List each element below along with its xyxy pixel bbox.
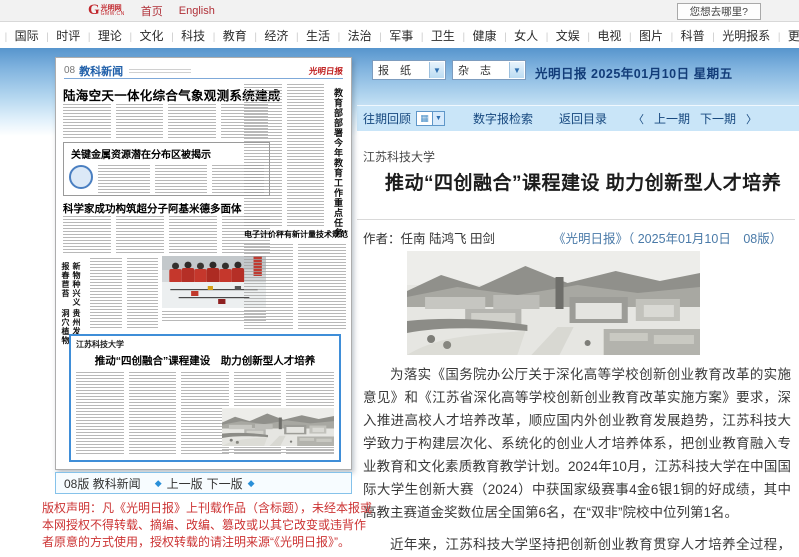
angle-left-icon: 〈 xyxy=(633,111,644,127)
masthead-weekday: 星期五 xyxy=(694,67,733,81)
nav-item[interactable]: 教育 xyxy=(205,27,247,44)
boxed-article-metals[interactable]: 关键金属资源潜在分布区被揭示 xyxy=(63,142,270,196)
divider xyxy=(357,219,795,220)
next-issue-link[interactable]: 下一期 xyxy=(700,110,736,127)
article-kicker: 江苏科技大学 xyxy=(363,148,435,165)
angle-right-icon: 〉 xyxy=(746,111,757,127)
highlight-title: 推动“四创融合”课程建设 助力创新型人才培养 xyxy=(76,353,334,368)
where-to-go-button[interactable]: 您想去哪里? xyxy=(677,3,761,20)
main-nav: 时政 国际 时评 理论 文化 科技 教育 经济 生活 法治 军事 卫生 健康 女… xyxy=(0,23,799,48)
gmw-logo-g: G xyxy=(88,2,100,19)
past-issues-link[interactable]: 往期回顾 xyxy=(363,110,411,127)
page-navigation-bar: 08版 教科新闻 ◆ 上一版 下一版 ◆ xyxy=(55,472,352,494)
masthead-date: 光明日报 2025年01月10日 星期五 xyxy=(535,63,733,82)
magazine-select-value: 杂 志 xyxy=(458,62,491,78)
fake-text-columns xyxy=(63,216,270,254)
nav-item[interactable]: 法治 xyxy=(330,27,372,44)
article-byline: 作者：任南 陆鸿飞 田剑 xyxy=(363,228,495,247)
chevron-down-icon[interactable]: ▼ xyxy=(429,62,444,78)
nav-item[interactable]: 军事 xyxy=(372,27,414,44)
fake-text-columns xyxy=(63,104,268,138)
headline-metal-resources[interactable]: 关键金属资源潜在分布区被揭示 xyxy=(71,146,264,161)
article-title: 推动“四创融合”课程建设 助力创新型人才培养 xyxy=(385,168,781,195)
paper-logo: 光明日报 xyxy=(308,65,343,77)
headline-vertical-line1: 新物种兴义报春苣苔 xyxy=(60,262,82,309)
fake-text-columns xyxy=(244,244,346,330)
nav-item[interactable]: 国际 xyxy=(0,27,39,44)
diamond-icon: ◆ xyxy=(155,478,162,489)
newspaper-page-header: 08 教科新闻 光明日报 xyxy=(64,63,343,79)
prev-issue-link[interactable]: 上一期 xyxy=(654,110,690,127)
english-link[interactable]: English xyxy=(179,5,215,17)
nav-item[interactable]: 电视 xyxy=(580,27,622,44)
article-panel: 江苏科技大学 推动“四创融合”课程建设 助力创新型人才培养 作者：任南 陆鸿飞 … xyxy=(357,131,799,557)
photo-caption-lines xyxy=(222,449,334,454)
next-page-link[interactable]: 下一版 xyxy=(207,475,243,492)
nav-item[interactable]: 理论 xyxy=(80,27,122,44)
section-name: 教科新闻 xyxy=(79,63,123,79)
nav-item[interactable]: 生活 xyxy=(288,27,330,44)
campus-photo-small xyxy=(222,408,334,446)
gmw-logo-sub: GMW.CN xyxy=(101,12,125,17)
diamond-icon: ◆ xyxy=(248,478,255,489)
highlight-kicker: 江苏科技大学 xyxy=(76,339,334,350)
calendar-icon[interactable]: ▦ xyxy=(416,111,433,126)
headline-vertical-moe-tasks[interactable]: 教育部部署今年教育工作重点任务 xyxy=(329,88,345,238)
paper-select[interactable]: 报 纸 ▼ xyxy=(372,60,446,80)
nav-item[interactable]: 女人 xyxy=(497,27,539,44)
fake-text-columns xyxy=(90,258,158,330)
article-source: 《光明日报》（ 2025年01月10日 08版） xyxy=(553,228,782,247)
masthead-name: 光明日报 xyxy=(535,67,587,81)
nav-item[interactable]: 科普 xyxy=(663,27,705,44)
headline-supramolecular[interactable]: 科学家成功构筑超分子阿基米德多面体 xyxy=(63,201,242,216)
highlighted-article-box[interactable]: 江苏科技大学 推动“四创融合”课程建设 助力创新型人才培养 xyxy=(69,334,341,462)
date-picker[interactable]: ▦ ▼ xyxy=(416,111,445,126)
article-paragraph: 近年来，江苏科技大学坚持把创新创业教育贯穿人才培养全过程，通过“四创融合”课程建… xyxy=(363,533,791,557)
home-link[interactable]: 首页 xyxy=(141,3,163,19)
viewer-toolbar: 往期回顾 ▦ ▼ 数字报检索 返回目录 〈 上一期 下一期 〉 xyxy=(357,105,799,131)
page: G 光明网 GMW.CN 首页 English 您想去哪里? 时政 国际 时评 … xyxy=(0,0,799,557)
prev-page-link[interactable]: 上一版 xyxy=(167,475,203,492)
nav-item[interactable]: 更多>> xyxy=(770,27,799,44)
headline-electronic-scale[interactable]: 电子计价秤有新计量技术规范 xyxy=(244,229,348,240)
nav-item[interactable]: 科技 xyxy=(164,27,206,44)
top-utility-bar: G 光明网 GMW.CN 首页 English 您想去哪里? xyxy=(0,0,799,22)
copyright-notice: 版权声明：凡《光明日报》上刊载作品（含标题），未经本报或本网授权不得转载、摘编、… xyxy=(42,500,372,551)
nav-item[interactable]: 经济 xyxy=(247,27,289,44)
newspaper-page-thumbnail: 08 教科新闻 光明日报 陆海空天一体化综合气象观测系统建成 教育部部署今年教育… xyxy=(55,57,352,470)
gmw-logo[interactable]: G 光明网 GMW.CN xyxy=(88,2,125,19)
nav-item[interactable]: 卫生 xyxy=(413,27,455,44)
chevron-down-icon[interactable]: ▼ xyxy=(433,111,445,126)
nav-item[interactable]: 时评 xyxy=(39,27,81,44)
nav-item[interactable]: 光明报系 xyxy=(705,27,771,44)
nav-item[interactable]: 图片 xyxy=(621,27,663,44)
chevron-down-icon[interactable]: ▼ xyxy=(509,62,524,78)
page-label: 08版 教科新闻 xyxy=(64,475,141,492)
page-header-meta xyxy=(129,69,191,73)
masthead-date-value: 2025年01月10日 xyxy=(591,67,690,81)
back-to-contents-link[interactable]: 返回目录 xyxy=(559,110,607,127)
nav-item[interactable]: 文化 xyxy=(122,27,164,44)
magazine-select[interactable]: 杂 志 ▼ xyxy=(452,60,526,80)
article-body: 为落实《国务院办公厅关于深化高等学校创新创业教育改革的实施意见》和《江苏省深化高… xyxy=(363,363,791,557)
nav-item[interactable]: 健康 xyxy=(455,27,497,44)
digital-search-link[interactable]: 数字报检索 xyxy=(473,110,533,127)
stamp-graphic xyxy=(69,165,93,189)
paper-select-value: 报 纸 xyxy=(378,62,411,78)
article-paragraph: 为落实《国务院办公厅关于深化高等学校创新创业教育改革的实施意见》和《江苏省深化高… xyxy=(363,363,791,524)
campus-photo xyxy=(407,251,700,355)
nav-item[interactable]: 文娱 xyxy=(538,27,580,44)
page-number: 08 xyxy=(64,65,75,76)
